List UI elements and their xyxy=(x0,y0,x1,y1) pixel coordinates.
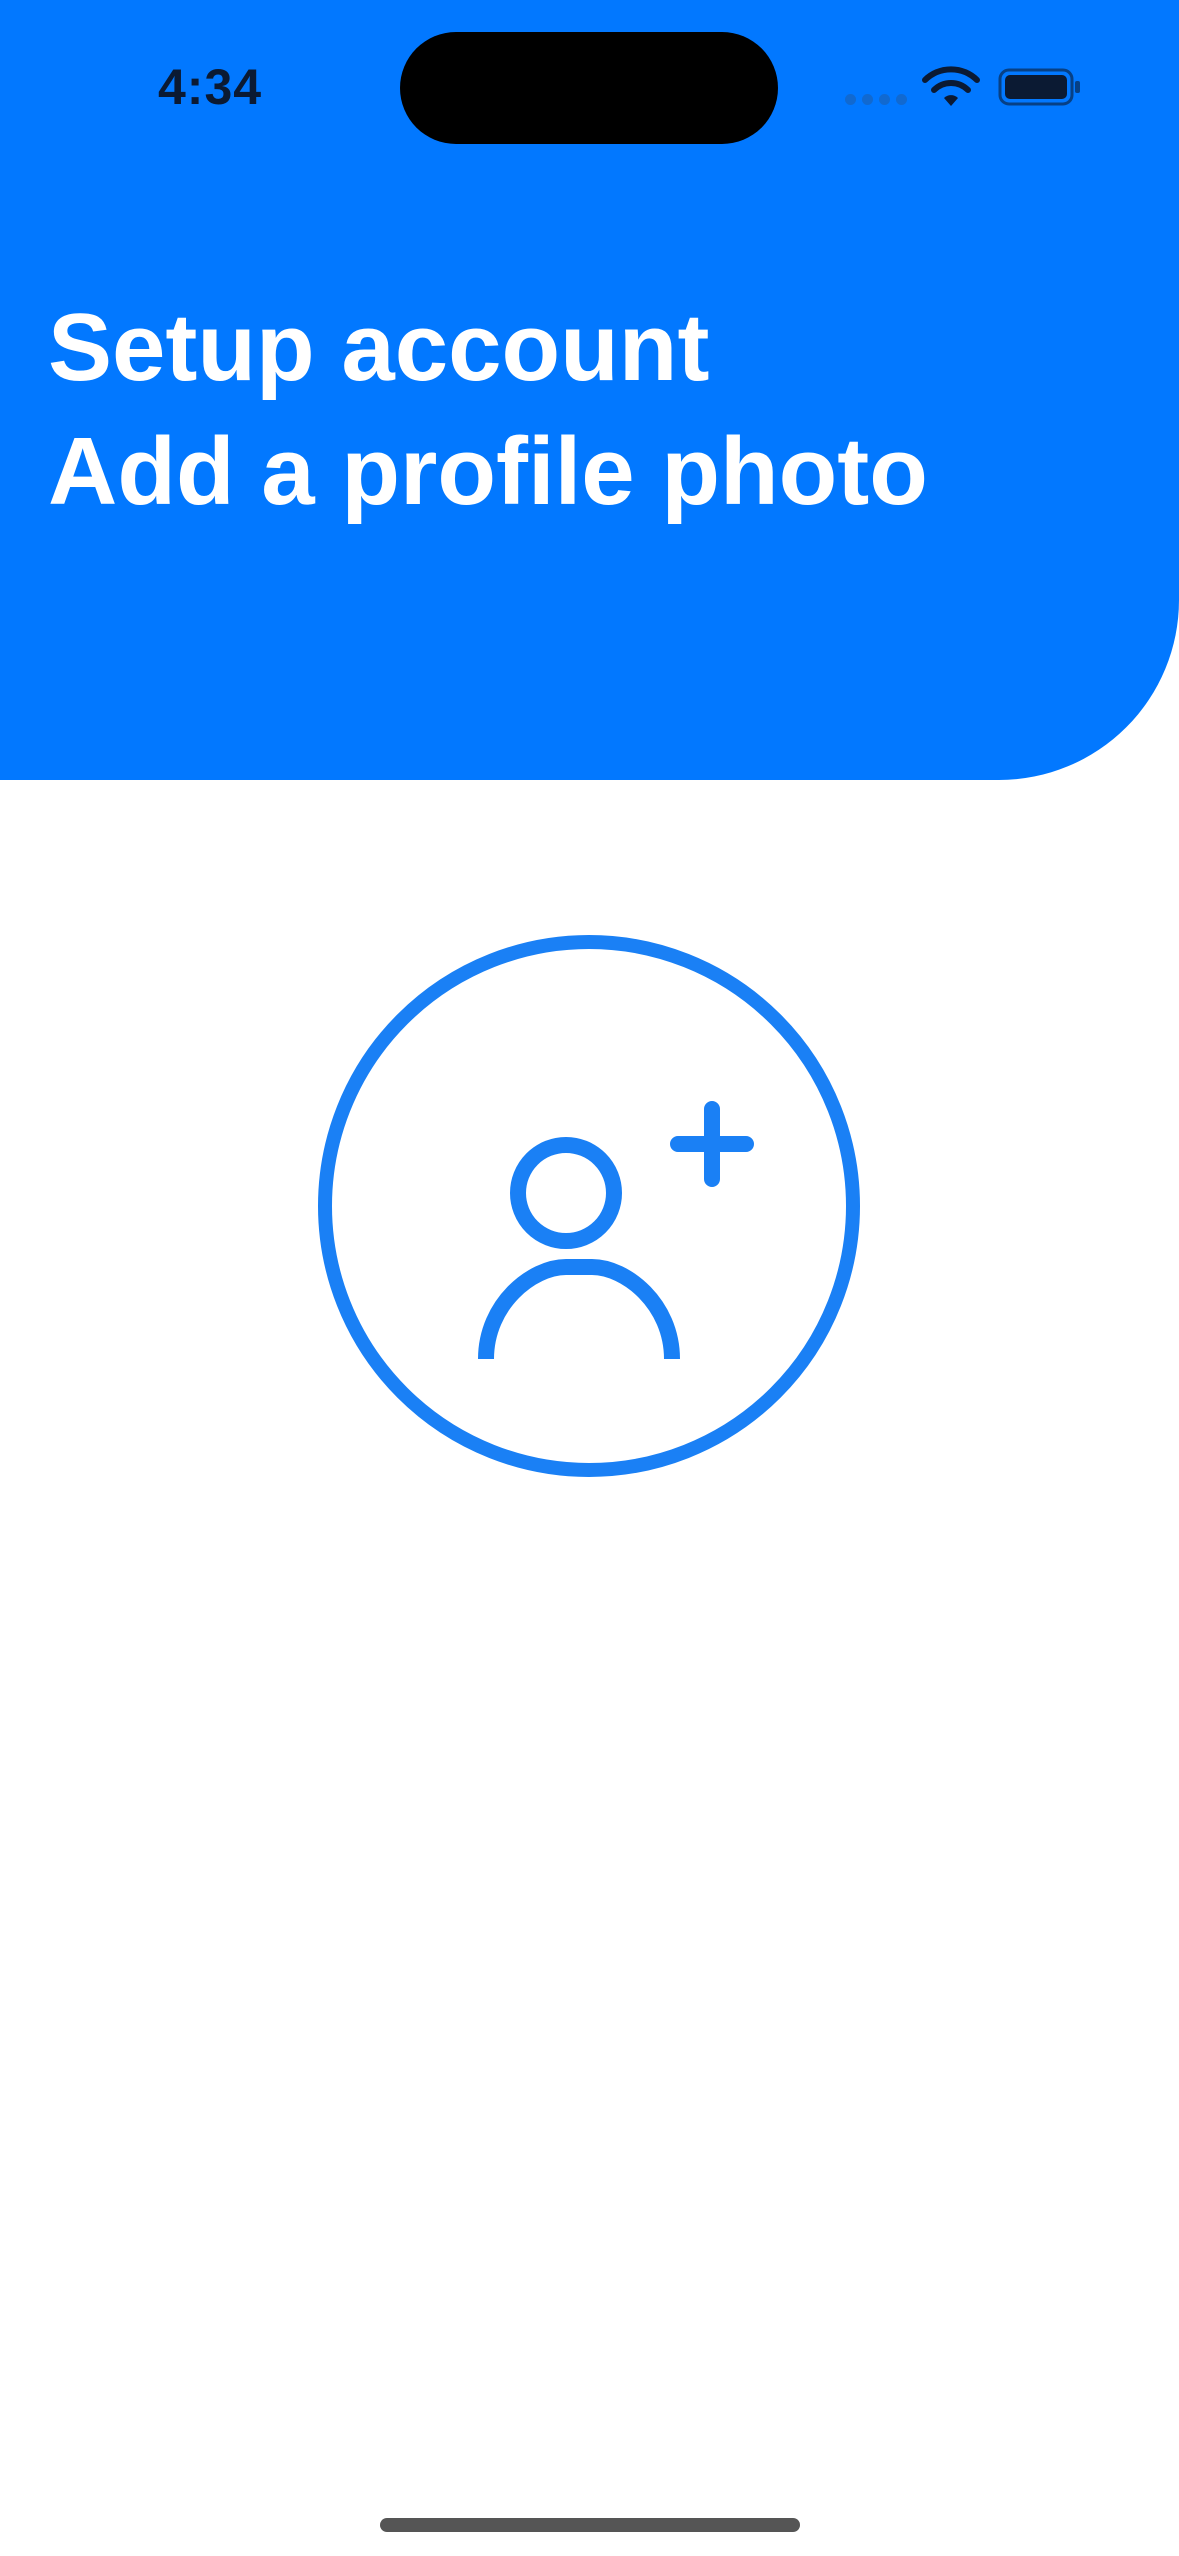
setup-account-screen: 4:34 Setup account Add a profile photo xyxy=(0,0,1179,2556)
header-banner: 4:34 Setup account Add a profile photo xyxy=(0,0,1179,780)
wifi-icon xyxy=(922,66,980,106)
dynamic-island xyxy=(400,32,778,144)
person-add-icon xyxy=(478,1101,754,1360)
header-title-block: Setup account Add a profile photo xyxy=(48,286,928,534)
home-indicator[interactable] xyxy=(380,2518,800,2532)
page-title: Setup account xyxy=(48,294,710,401)
add-profile-photo-button[interactable] xyxy=(318,935,860,1477)
status-time: 4:34 xyxy=(158,59,263,115)
cellular-signal-icon xyxy=(845,94,907,105)
battery-icon xyxy=(998,68,1080,106)
page-subtitle: Add a profile photo xyxy=(48,418,928,525)
